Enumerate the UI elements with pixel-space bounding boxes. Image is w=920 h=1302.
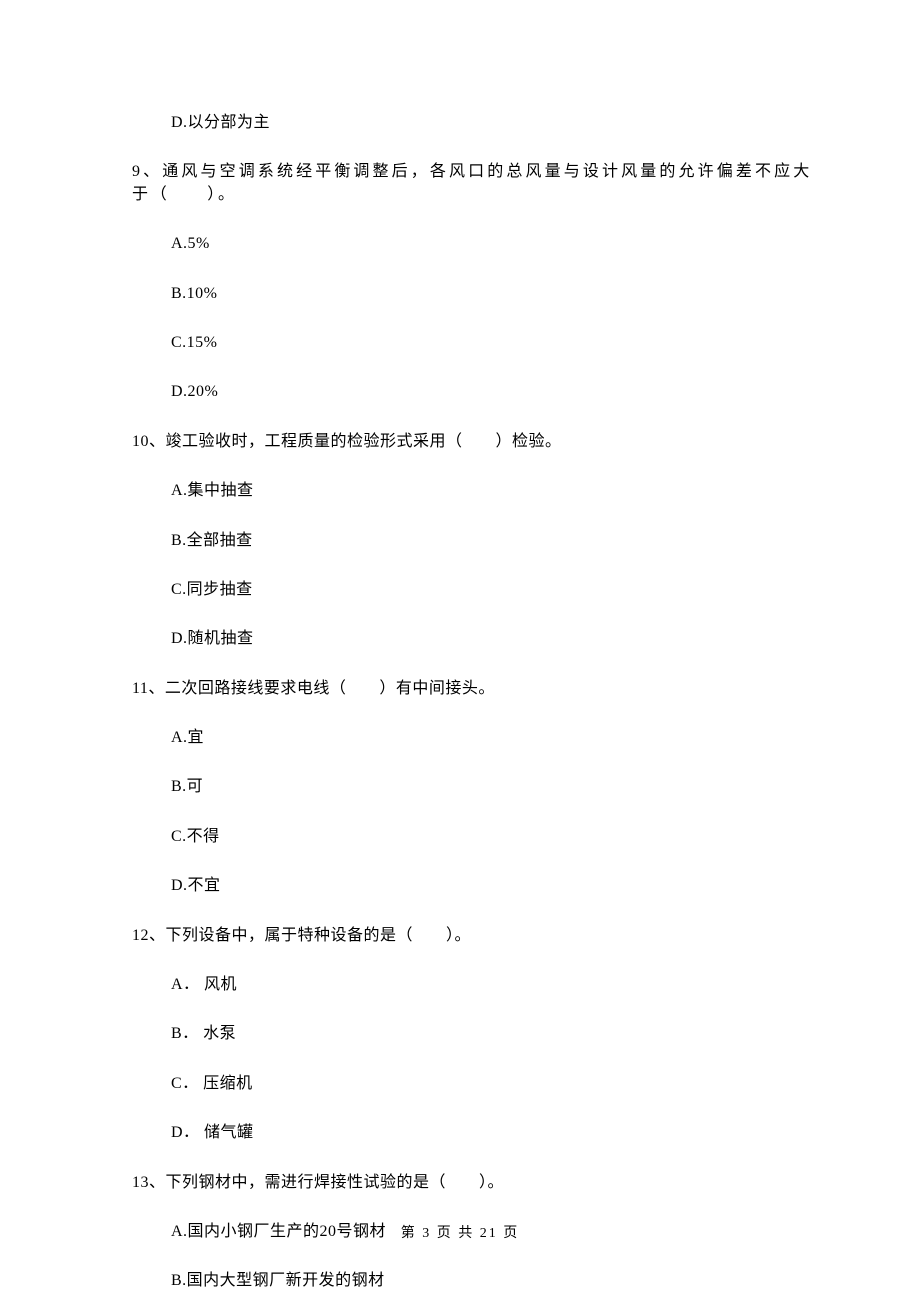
question-12-option-a: A． 风机 — [171, 974, 812, 996]
question-13-text: 13、下列钢材中，需进行焊接性试验的是（ ）。 — [132, 1172, 812, 1194]
question-12-option-b: B． 水泵 — [171, 1023, 812, 1045]
question-12-text: 12、下列设备中，属于特种设备的是（ ）。 — [132, 925, 812, 947]
question-10-text: 10、竣工验收时，工程质量的检验形式采用（ ）检验。 — [132, 431, 812, 453]
question-10-option-a: A.集中抽查 — [171, 480, 812, 502]
question-11-option-c: C.不得 — [171, 826, 812, 848]
question-9-option-a: A.5% — [171, 233, 812, 255]
question-12-option-c: C． 压缩机 — [171, 1073, 812, 1095]
page-footer: 第 3 页 共 21 页 — [0, 1222, 920, 1242]
question-10-option-d: D.随机抽查 — [171, 628, 812, 650]
question-11-option-a: A.宜 — [171, 727, 812, 749]
question-10-option-c: C.同步抽查 — [171, 579, 812, 601]
question-12-option-d: D． 储气罐 — [171, 1122, 812, 1144]
question-9-text: 9、通风与空调系统经平衡调整后，各风口的总风量与设计风量的允许偏差不应大于（ ）… — [132, 161, 812, 206]
document-page: D.以分部为主 9、通风与空调系统经平衡调整后，各风口的总风量与设计风量的允许偏… — [0, 0, 920, 1302]
question-9-option-c: C.15% — [171, 332, 812, 354]
question-9-option-b: B.10% — [171, 283, 812, 305]
question-10-option-b: B.全部抽查 — [171, 530, 812, 552]
question-9-option-d: D.20% — [171, 381, 812, 403]
prev-question-option-d: D.以分部为主 — [171, 112, 812, 134]
question-11-option-b: B.可 — [171, 776, 812, 798]
question-11-text: 11、二次回路接线要求电线（ ）有中间接头。 — [132, 678, 812, 700]
question-13-option-b: B.国内大型钢厂新开发的钢材 — [171, 1270, 812, 1292]
question-11-option-d: D.不宜 — [171, 875, 812, 897]
